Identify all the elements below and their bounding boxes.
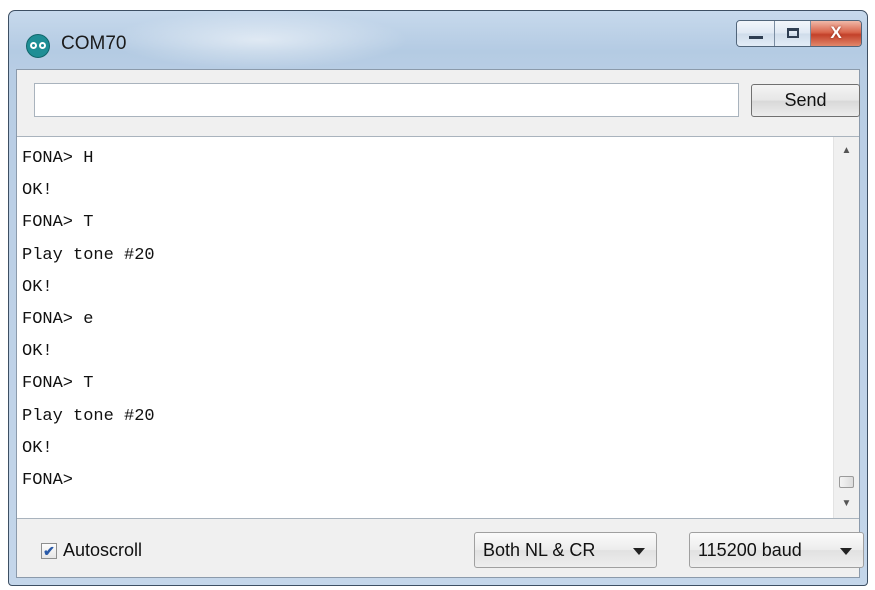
- serial-monitor-window: COM70 X Send FONA> H OK! FONA> T Play tone …: [8, 10, 868, 586]
- console-line: OK!: [22, 277, 53, 297]
- chevron-down-icon: [633, 548, 645, 555]
- maximize-icon: [787, 28, 799, 38]
- scroll-down-arrow-icon[interactable]: ▼: [834, 492, 859, 516]
- line-ending-value: Both NL & CR: [483, 540, 596, 560]
- console-line: FONA> e: [22, 309, 94, 329]
- autoscroll-checkbox[interactable]: ✔: [41, 543, 57, 559]
- send-bar: Send: [17, 70, 860, 136]
- close-icon: X: [830, 23, 842, 42]
- chevron-down-icon: [840, 548, 852, 555]
- send-button[interactable]: Send: [751, 84, 860, 117]
- console-line: FONA> T: [22, 213, 94, 233]
- console-line: FONA>: [22, 470, 74, 490]
- scrollbar-thumb[interactable]: [839, 476, 854, 488]
- autoscroll-label: Autoscroll: [63, 540, 143, 560]
- checkmark-icon: ✔: [43, 543, 55, 559]
- close-button[interactable]: X: [811, 21, 861, 46]
- monitor-client-area: Send FONA> H OK! FONA> T Play tone #20 OK! FO…: [16, 69, 864, 578]
- serial-send-input[interactable]: [34, 83, 739, 117]
- console-line: OK!: [22, 342, 53, 362]
- console-line: OK!: [22, 438, 53, 458]
- arduino-logo-icon: [26, 34, 50, 58]
- baud-rate-select[interactable]: 115200 baud: [689, 532, 864, 568]
- console-line: Play tone #20: [22, 245, 155, 265]
- console-line: OK!: [22, 181, 53, 201]
- console-line: FONA> T: [22, 374, 94, 394]
- vertical-scrollbar[interactable]: ▲ ▼: [833, 137, 859, 518]
- minimize-icon: [749, 36, 763, 39]
- window-title: COM70: [61, 33, 127, 54]
- minimize-button[interactable]: [737, 21, 775, 46]
- scroll-up-arrow-icon[interactable]: ▲: [834, 139, 859, 163]
- serial-output-lines: FONA> H OK! FONA> T Play tone #20 OK! FONA> e…: [22, 143, 829, 497]
- title-bar-glow: [109, 11, 409, 69]
- maximize-button[interactable]: [775, 21, 811, 46]
- title-bar[interactable]: COM70 X: [9, 11, 867, 69]
- line-ending-select[interactable]: Both NL & CR: [474, 532, 657, 568]
- console-line: Play tone #20: [22, 406, 155, 426]
- status-footer: ✔ Autoscroll Both NL & CR 115200 baud: [17, 519, 864, 577]
- window-controls: X: [736, 20, 862, 47]
- console-line: FONA> H: [22, 149, 94, 168]
- serial-output-area[interactable]: FONA> H OK! FONA> T Play tone #20 OK! FONA> e…: [17, 136, 859, 519]
- baud-rate-value: 115200 baud: [698, 540, 802, 560]
